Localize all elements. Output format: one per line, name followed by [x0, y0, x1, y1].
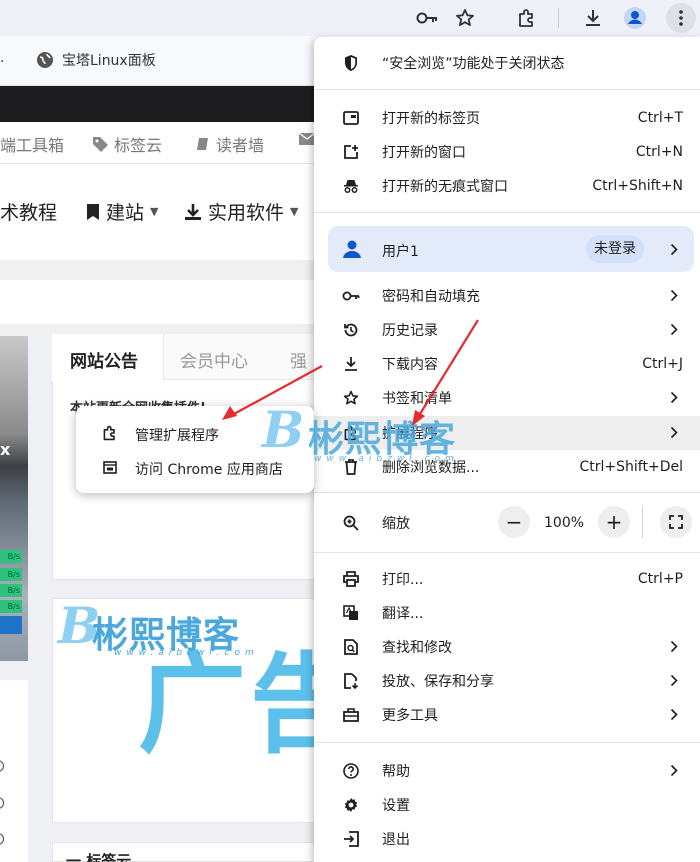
red-arrow-to-manage [222, 365, 323, 420]
annotation-arrows [222, 319, 479, 426]
red-arrow-to-extensions [412, 319, 479, 426]
